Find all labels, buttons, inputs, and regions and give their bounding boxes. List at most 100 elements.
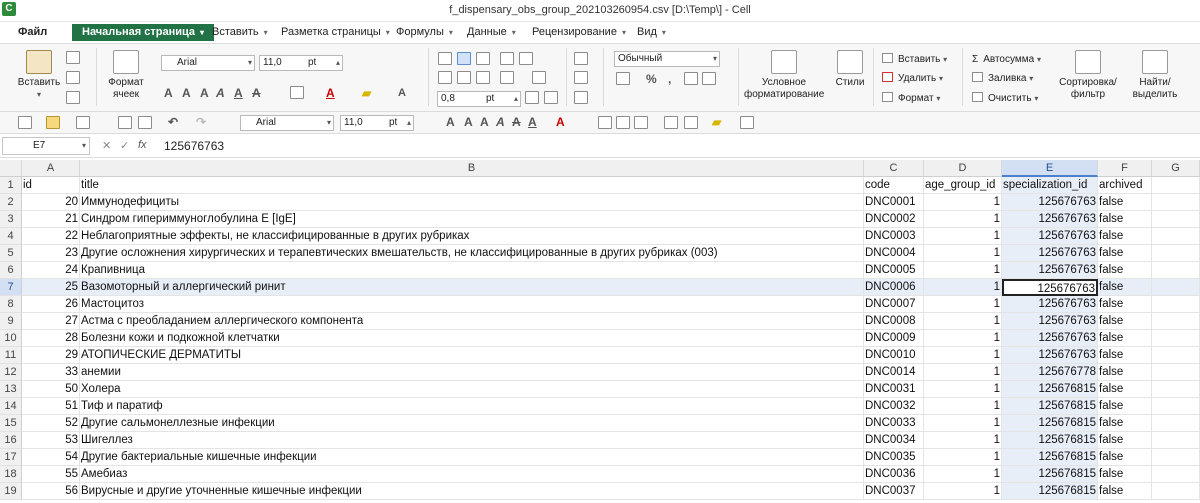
table-cell[interactable]: 21 bbox=[22, 211, 80, 228]
format-painter-icon[interactable] bbox=[66, 91, 80, 104]
table-cell[interactable]: Другие бактериальные кишечные инфекции bbox=[80, 449, 864, 466]
merge-cells-icon[interactable] bbox=[519, 52, 533, 65]
percent-icon[interactable]: % bbox=[646, 72, 657, 86]
table-cell[interactable]: 1 bbox=[924, 381, 1002, 398]
table-cell[interactable]: false bbox=[1098, 466, 1152, 483]
table-cell[interactable]: 23 bbox=[22, 245, 80, 262]
strikethrough-icon[interactable]: A bbox=[252, 86, 261, 100]
table-cell[interactable]: false bbox=[1098, 313, 1152, 330]
row-header[interactable]: 7 bbox=[0, 279, 22, 296]
column-header-e[interactable]: E bbox=[1002, 160, 1098, 177]
table-cell[interactable]: 51 bbox=[22, 398, 80, 415]
tab-review[interactable]: Рецензирование ▾ bbox=[532, 24, 626, 41]
table-cell[interactable]: Вазомоторный и аллергический ринит bbox=[80, 279, 864, 296]
table-cell[interactable]: 125676763 bbox=[1002, 262, 1098, 279]
table-cell[interactable]: 28 bbox=[22, 330, 80, 347]
redo-icon[interactable]: ↷ bbox=[196, 115, 206, 129]
table-cell[interactable]: 125676763 bbox=[1002, 245, 1098, 262]
table-cell[interactable]: 125676815 bbox=[1002, 466, 1098, 483]
grow-font-icon[interactable]: A bbox=[446, 115, 455, 129]
table-cell[interactable]: 1 bbox=[924, 398, 1002, 415]
row-header[interactable]: 2 bbox=[0, 194, 22, 211]
cell-grid-icon[interactable] bbox=[574, 52, 588, 65]
tab-formulas[interactable]: Формулы ▾ bbox=[396, 24, 453, 41]
table-cell[interactable]: 1 bbox=[924, 228, 1002, 245]
table-cell[interactable]: 125676815 bbox=[1002, 381, 1098, 398]
table-cell[interactable]: 125676815 bbox=[1002, 432, 1098, 449]
tab-home[interactable]: Начальная страница ▾ bbox=[72, 24, 215, 41]
table-cell[interactable]: Вирусные и другие уточненные кишечные ин… bbox=[80, 483, 864, 500]
wrap-text-icon[interactable] bbox=[500, 52, 514, 65]
underline-icon[interactable]: A bbox=[528, 115, 537, 129]
table-cell[interactable] bbox=[1152, 364, 1200, 381]
align-right-icon[interactable] bbox=[634, 116, 648, 129]
header-cell[interactable]: title bbox=[80, 177, 864, 194]
table-cell[interactable]: DNC0010 bbox=[864, 347, 924, 364]
autosum-button[interactable]: Σ Автосумма ▾ bbox=[972, 53, 1041, 66]
align-center-icon[interactable] bbox=[457, 71, 471, 84]
table-cell[interactable]: DNC0007 bbox=[864, 296, 924, 313]
align-left-icon[interactable] bbox=[438, 71, 452, 84]
table-cell[interactable] bbox=[1152, 279, 1200, 296]
print-icon[interactable] bbox=[118, 116, 132, 129]
delete-cells-button[interactable]: Удалить ▾ bbox=[882, 72, 943, 85]
row-header[interactable]: 15 bbox=[0, 415, 22, 432]
row-header[interactable]: 9 bbox=[0, 313, 22, 330]
table-cell[interactable] bbox=[1152, 466, 1200, 483]
table-cell[interactable]: 125676815 bbox=[1002, 398, 1098, 415]
table-cell[interactable]: DNC0002 bbox=[864, 211, 924, 228]
table-cell[interactable]: false bbox=[1098, 296, 1152, 313]
increase-decimal-icon[interactable] bbox=[684, 72, 698, 85]
table-cell[interactable]: false bbox=[1098, 364, 1152, 381]
row-header[interactable]: 5 bbox=[0, 245, 22, 262]
table-cell[interactable] bbox=[1152, 347, 1200, 364]
number-format-select[interactable]: Обычный ▾ bbox=[614, 51, 720, 67]
table-cell[interactable]: false bbox=[1098, 381, 1152, 398]
fill-button[interactable]: Заливка ▾ bbox=[972, 72, 1033, 85]
row-header[interactable]: 6 bbox=[0, 262, 22, 279]
table-cell[interactable]: 1 bbox=[924, 330, 1002, 347]
table-cell[interactable]: 1 bbox=[924, 279, 1002, 296]
clear-button[interactable]: Очистить ▾ bbox=[972, 92, 1038, 105]
table-cell[interactable]: 52 bbox=[22, 415, 80, 432]
currency-icon[interactable] bbox=[616, 72, 630, 85]
table-cell[interactable] bbox=[1152, 483, 1200, 500]
paste-button[interactable]: Вставить ▾ bbox=[14, 50, 64, 101]
table-cell[interactable]: 1 bbox=[924, 347, 1002, 364]
table-cell[interactable]: 50 bbox=[22, 381, 80, 398]
table-cell[interactable]: false bbox=[1098, 415, 1152, 432]
row-header[interactable]: 10 bbox=[0, 330, 22, 347]
table-cell[interactable]: 125676763 bbox=[1002, 347, 1098, 364]
table-cell[interactable] bbox=[1152, 228, 1200, 245]
table-cell[interactable]: false bbox=[1098, 432, 1152, 449]
table-cell[interactable]: DNC0033 bbox=[864, 415, 924, 432]
table-cell[interactable]: 55 bbox=[22, 466, 80, 483]
print-preview-icon[interactable] bbox=[138, 116, 152, 129]
table-cell[interactable]: 125676815 bbox=[1002, 483, 1098, 500]
table-cell[interactable]: 1 bbox=[924, 262, 1002, 279]
table-cell[interactable]: Тиф и паратиф bbox=[80, 398, 864, 415]
table-cell[interactable]: 125676763 bbox=[1002, 228, 1098, 245]
conditional-format-button[interactable]: Условное форматирование bbox=[744, 50, 824, 101]
table-cell[interactable]: Крапивница bbox=[80, 262, 864, 279]
table-cell[interactable]: 53 bbox=[22, 432, 80, 449]
table-cell[interactable]: DNC0004 bbox=[864, 245, 924, 262]
table-cell[interactable] bbox=[1152, 313, 1200, 330]
decrease-decimal-icon[interactable] bbox=[702, 72, 716, 85]
row-header[interactable]: 8 bbox=[0, 296, 22, 313]
header-cell[interactable]: code bbox=[864, 177, 924, 194]
table-cell[interactable]: DNC0037 bbox=[864, 483, 924, 500]
align-bottom-icon[interactable] bbox=[476, 52, 490, 65]
header-cell[interactable]: age_group_id bbox=[924, 177, 1002, 194]
font-size-select-2[interactable]: 11,0 pt ▴ bbox=[340, 115, 414, 131]
column-header-c[interactable]: C bbox=[864, 160, 924, 177]
table-cell[interactable]: DNC0008 bbox=[864, 313, 924, 330]
table-cell[interactable]: Амебиаз bbox=[80, 466, 864, 483]
table-cell[interactable]: Мастоцитоз bbox=[80, 296, 864, 313]
table-cell[interactable]: 1 bbox=[924, 449, 1002, 466]
table-cell[interactable]: false bbox=[1098, 347, 1152, 364]
table-cell[interactable]: 33 bbox=[22, 364, 80, 381]
sort-filter-button[interactable]: Сортировка/ фильтр bbox=[1056, 50, 1120, 101]
table-cell[interactable]: 125676763 bbox=[1002, 313, 1098, 330]
table-cell[interactable]: 1 bbox=[924, 296, 1002, 313]
